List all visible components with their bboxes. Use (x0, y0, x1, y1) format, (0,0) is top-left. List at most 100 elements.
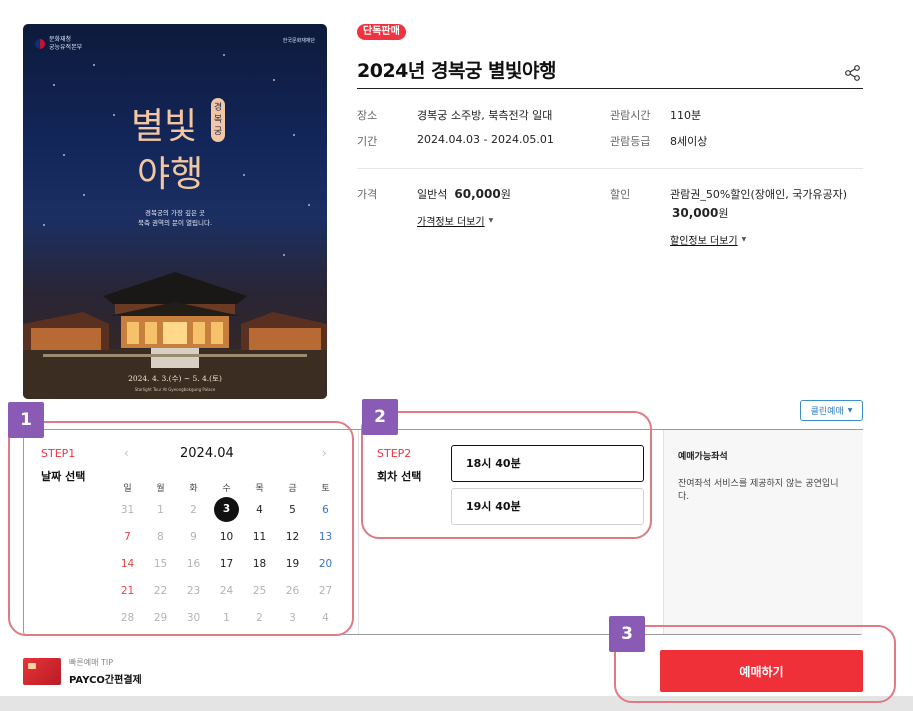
weekday-thu: 목 (255, 483, 264, 494)
poster-dates-sub: Starlight Tour At Gyeongbokgung Palace (134, 387, 216, 392)
calendar-day: 27 (318, 584, 333, 597)
calendar-day: 4 (322, 611, 329, 624)
weekday-sun: 일 (123, 483, 132, 494)
step-divider (358, 430, 359, 634)
step2-label: STEP2 (377, 447, 412, 460)
booking-page: 문화재청 궁능유적본부 한국문화재재단 별빛 야행 경 복 궁 경복궁의 가장 … (0, 0, 913, 703)
calendar-weekdays: 일 월 화 수 목 금 토 (111, 478, 343, 496)
calendar-day[interactable]: 4 (243, 504, 276, 516)
book-button[interactable]: 예매하기 (660, 650, 863, 692)
calendar-week: 21 22 23 24 25 26 27 (111, 577, 343, 604)
discount-text: 관람권_50%할인(장애인, 국가유공자) (670, 188, 848, 201)
clean-booking-button[interactable]: 클린예매 ▼ (800, 400, 863, 421)
weekday-mon: 월 (156, 483, 165, 494)
calendar-day[interactable]: 7 (111, 531, 144, 543)
calendar-day[interactable]: 13 (309, 531, 342, 543)
available-seats-title: 예매가능좌석 (678, 452, 728, 462)
payco-tip[interactable]: 빠른예매 TIP PAYCO간편결제 (23, 657, 142, 686)
calendar-day[interactable]: 6 (309, 504, 342, 516)
calendar-day[interactable]: 14 (111, 558, 144, 570)
weekday-tue: 화 (189, 483, 198, 494)
calendar-day: 1 (223, 611, 230, 624)
calendar-grid: 일 월 화 수 목 금 토 31 1 2 3 4 5 6 7 8 9 10 11… (111, 478, 343, 631)
calendar-day: 29 (153, 611, 168, 624)
calendar-day: 16 (186, 557, 201, 570)
step1-label: STEP1 (41, 447, 76, 460)
info-divider (357, 168, 863, 169)
session-option-2[interactable]: 19시 40분 (451, 488, 644, 525)
share-icon[interactable] (844, 64, 862, 82)
calendar-day[interactable]: 17 (210, 558, 243, 570)
calendar-day[interactable]: 11 (243, 531, 276, 543)
calendar-day: 23 (186, 584, 201, 597)
discount-value: 30,000원 (672, 206, 729, 220)
calendar-day: 28 (120, 611, 135, 624)
calendar-day[interactable]: 18 (243, 558, 276, 570)
poster-org-left: 문화재청 궁능유적본부 (35, 36, 82, 52)
session-option-1[interactable]: 18시 40분 (451, 445, 644, 482)
calendar-week: 28 29 30 1 2 3 4 (111, 604, 343, 631)
calendar-day: 2 (190, 503, 197, 516)
poster-dates: 2024. 4. 3.(수) ~ 5. 4.(토) (128, 374, 222, 383)
poster-badge-c1: 경 (214, 101, 222, 113)
calendar-day: 15 (153, 557, 168, 570)
calendar-day[interactable]: 12 (276, 531, 309, 543)
poster-title-line1: 별빛 (131, 106, 197, 147)
calendar-day: 25 (252, 584, 267, 597)
calendar-day: 24 (219, 584, 234, 597)
weekday-wed: 수 (222, 483, 231, 494)
runtime-value: 110분 (670, 109, 702, 122)
period-value: 2024.04.03 - 2024.05.01 (417, 133, 554, 146)
calendar-day[interactable]: 20 (309, 558, 342, 570)
price-label: 가격 (357, 188, 378, 201)
available-seats-desc: 잔여좌석 서비스를 제공하지 않는 공연입니다. (678, 479, 839, 503)
title-divider (357, 88, 863, 89)
calendar-month: 2024.04 (180, 446, 234, 461)
annotation-badge-1: 1 (8, 402, 44, 438)
calendar-day: 1 (157, 503, 164, 516)
caret-down-icon: ▼ (847, 407, 853, 414)
exclusive-tag: 단독판매 (357, 24, 406, 40)
discount-more-link[interactable]: 할인정보 더보기 ▼ (670, 232, 746, 247)
runtime-label: 관람시간 (610, 109, 651, 122)
rating-value: 8세이상 (670, 135, 708, 148)
place-label: 장소 (357, 109, 378, 122)
calendar-day-selected[interactable]: 3 (210, 497, 243, 522)
poster-org-right: 한국문화재재단 (282, 38, 315, 44)
step2-title: 회차 선택 (377, 470, 422, 483)
calendar-day[interactable]: 21 (111, 585, 144, 597)
calendar-day: 31 (120, 503, 135, 516)
calendar-week: 31 1 2 3 4 5 6 (111, 496, 343, 523)
price-more-link[interactable]: 가격정보 더보기 ▼ (417, 213, 493, 228)
prev-month-icon[interactable]: ‹ (124, 446, 129, 460)
payco-name: PAYCO간편결제 (69, 675, 142, 686)
calendar-day[interactable]: 5 (276, 504, 309, 516)
calendar-day: 9 (190, 530, 197, 543)
calendar-day: 30 (186, 611, 201, 624)
calendar-day: 3 (289, 611, 296, 624)
calendar-day: 2 (256, 611, 263, 624)
event-poster: 문화재청 궁능유적본부 한국문화재재단 별빛 야행 경 복 궁 경복궁의 가장 … (23, 24, 327, 399)
place-value: 경복궁 소주방, 북측전각 일대 (417, 109, 553, 122)
next-month-icon[interactable]: › (322, 446, 327, 460)
payco-card-icon (23, 658, 61, 685)
calendar-day[interactable]: 19 (276, 558, 309, 570)
annotation-badge-3: 3 (609, 616, 645, 652)
price-value: 일반석 60,000원 (417, 187, 511, 201)
poster-badge-c2: 복 (214, 114, 222, 125)
calendar-week: 14 15 16 17 18 19 20 (111, 550, 343, 577)
calendar-day[interactable]: 10 (210, 531, 243, 543)
discount-label: 할인 (610, 188, 631, 201)
calendar-day: 22 (153, 584, 168, 597)
caret-down-icon: ▼ (741, 236, 747, 243)
poster-title-line2: 야행 (137, 154, 203, 195)
calendar-day: 26 (285, 584, 300, 597)
period-label: 기간 (357, 135, 378, 148)
poster-tagline: 경복궁의 가장 깊은 곳 북측 권역의 문이 열립니다. (137, 209, 213, 228)
rating-label: 관람등급 (610, 135, 651, 148)
calendar-week: 7 8 9 10 11 12 13 (111, 523, 343, 550)
step1-title: 날짜 선택 (41, 470, 86, 483)
weekday-fri: 금 (288, 483, 297, 494)
poster-badge-c3: 궁 (214, 126, 222, 137)
calendar-day: 8 (157, 530, 164, 543)
